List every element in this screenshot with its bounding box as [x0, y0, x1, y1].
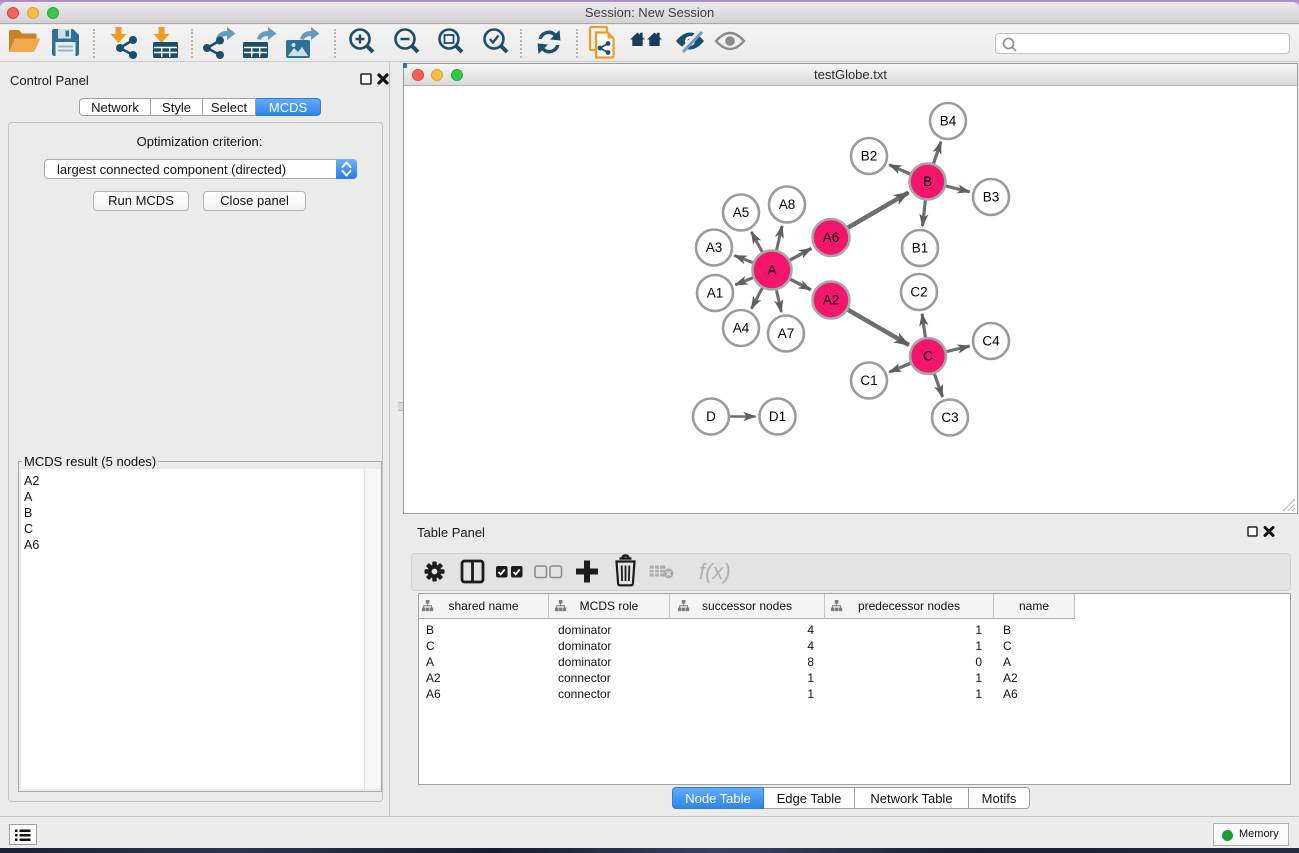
svg-text:A3: A3 [706, 240, 723, 255]
svg-text:A8: A8 [779, 197, 796, 212]
svg-text:C: C [923, 349, 933, 364]
svg-text:B3: B3 [983, 190, 1000, 205]
svg-text:C3: C3 [941, 410, 958, 425]
svg-text:A6: A6 [823, 230, 840, 245]
svg-text:C4: C4 [982, 334, 1000, 349]
svg-text:A4: A4 [733, 321, 750, 336]
svg-text:C1: C1 [860, 373, 877, 388]
svg-text:A1: A1 [707, 286, 724, 301]
svg-text:B: B [923, 174, 932, 189]
svg-text:C2: C2 [910, 285, 927, 300]
svg-text:D: D [706, 409, 716, 424]
svg-text:A: A [767, 263, 776, 278]
svg-text:B1: B1 [912, 241, 929, 256]
svg-text:B2: B2 [861, 149, 878, 164]
svg-text:A2: A2 [823, 293, 840, 308]
svg-text:D1: D1 [769, 409, 786, 424]
svg-text:A7: A7 [778, 326, 795, 341]
svg-text:A5: A5 [733, 205, 750, 220]
svg-text:B4: B4 [940, 114, 957, 129]
svg-text:f(x): f(x) [699, 559, 731, 584]
